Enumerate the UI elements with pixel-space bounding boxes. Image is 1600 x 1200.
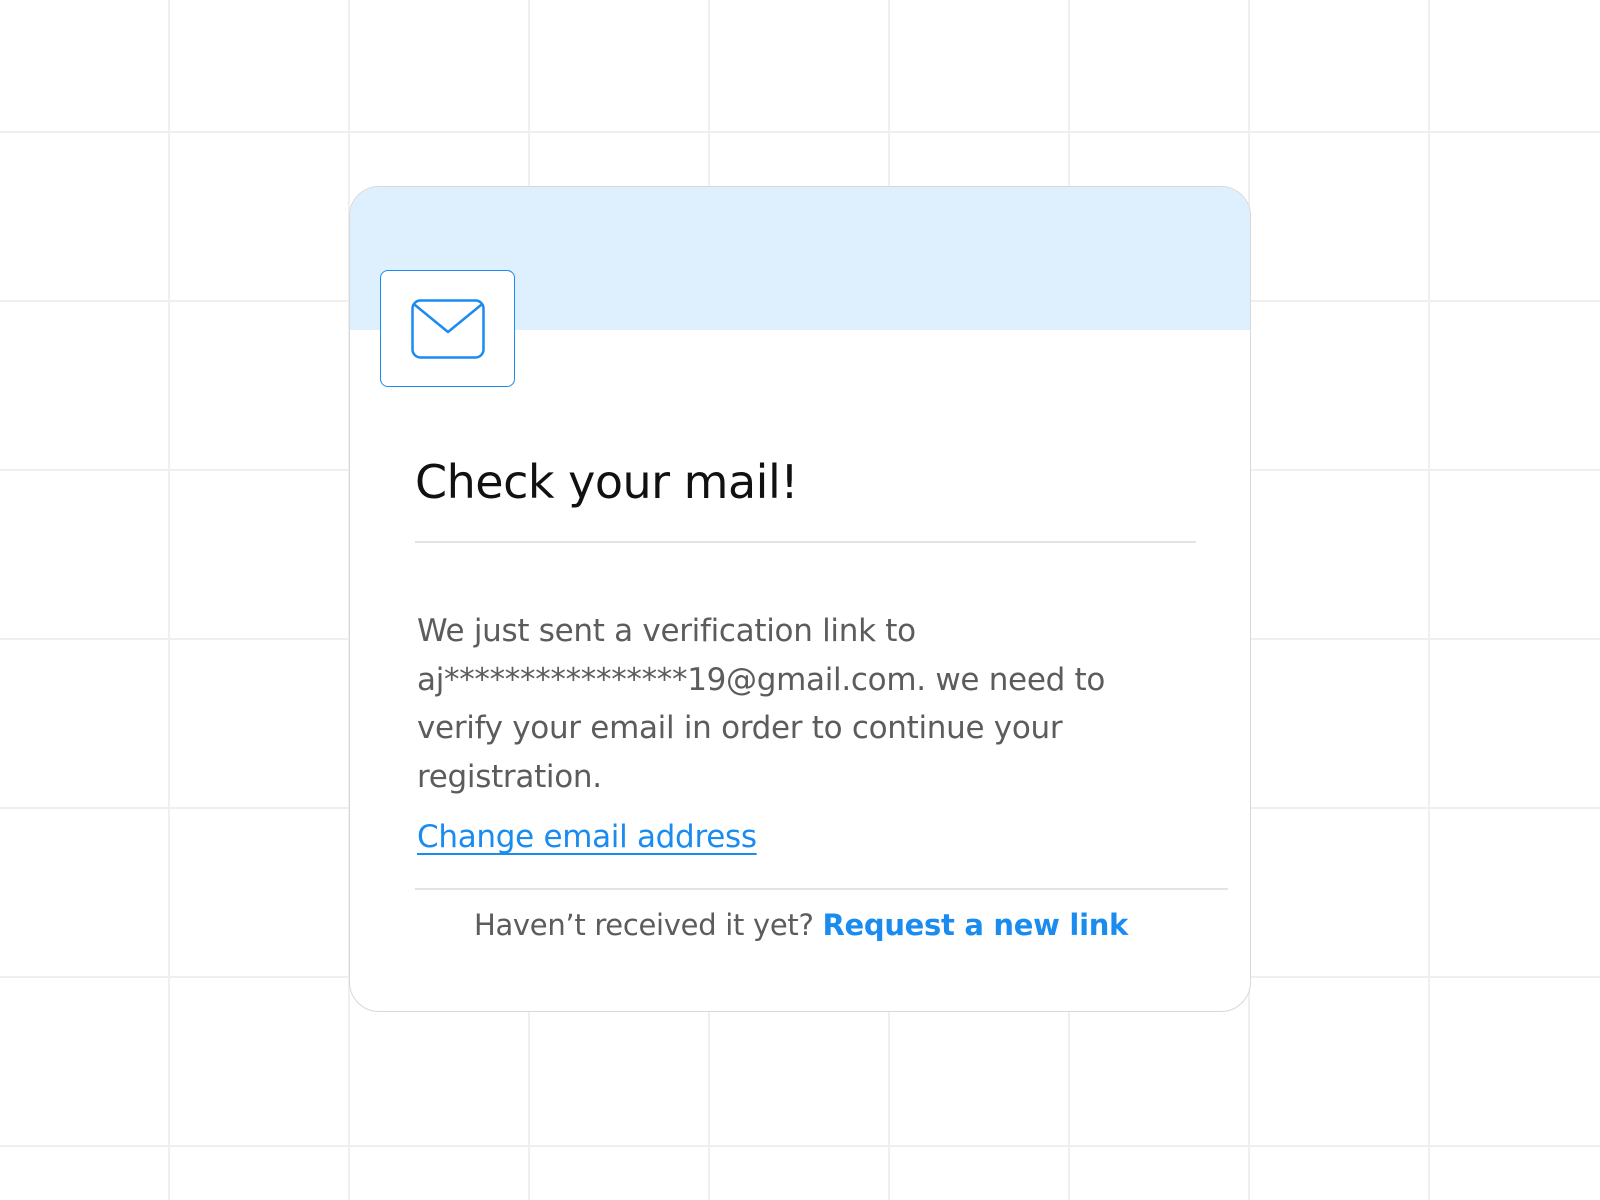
- footer-divider: [415, 888, 1228, 890]
- verification-card: Check your mail! We just sent a verifica…: [349, 186, 1251, 1012]
- verification-message: We just sent a verification link to aj**…: [417, 613, 1106, 795]
- mail-icon-container: [380, 270, 515, 387]
- mail-icon: [410, 298, 485, 359]
- footer-prompt: Haven’t received it yet?: [473, 908, 814, 942]
- title-divider: [415, 541, 1196, 543]
- resend-footer: Haven’t received it yet? Request a new l…: [350, 905, 1250, 945]
- request-new-link[interactable]: Request a new link: [822, 908, 1128, 942]
- change-email-link[interactable]: Change email address: [417, 817, 757, 857]
- page-title: Check your mail!: [415, 455, 799, 509]
